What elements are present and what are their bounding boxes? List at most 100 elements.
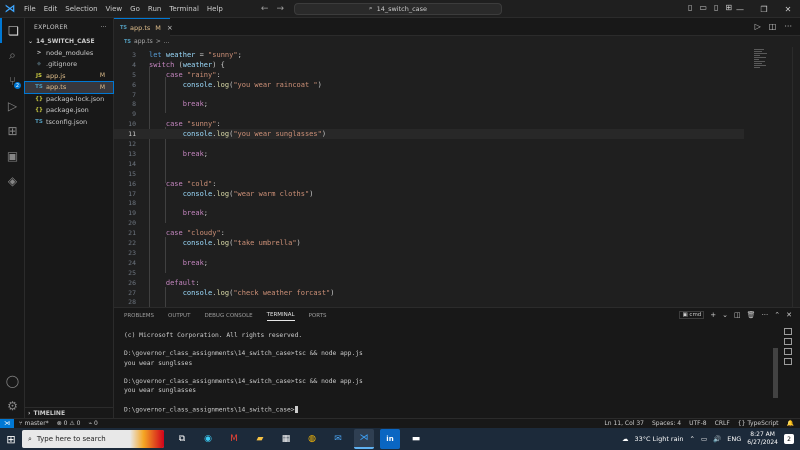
indentation[interactable]: Spaces: 4 [652,420,681,427]
python-icon[interactable]: ◈ [0,168,25,193]
gmail-icon[interactable]: M [224,429,244,449]
file-item[interactable]: {} package.json [25,105,113,117]
tab-terminal[interactable]: TERMINAL [266,312,295,321]
menu-help[interactable]: Help [203,5,227,13]
minimize-icon[interactable]: — [728,0,752,18]
code-line[interactable]: 10 case "sunny": [114,119,744,129]
terminal-shell-selector[interactable]: ▣ cmd [679,311,705,319]
tab-close-icon[interactable]: × [167,24,173,32]
end-of-line[interactable]: CRLF [715,420,730,427]
clock[interactable]: 8:27 AM 6/27/2024 [747,431,778,447]
menu-edit[interactable]: Edit [40,5,62,13]
vscode-taskbar-icon[interactable]: ⋊ [354,429,374,449]
code-editor[interactable]: 3 let weather = "sunny"; 4 switch (weather)… [114,47,800,307]
toggle-secondary-sidebar-icon[interactable]: ▯ [714,3,718,12]
code-line[interactable]: 21 case "cloudy": [114,228,744,238]
panel-more-icon[interactable]: ··· [762,311,769,319]
terminal-instance-icon[interactable] [784,348,792,355]
file-item[interactable]: TS app.ts M [24,80,114,94]
code-line[interactable]: 19 break; [114,208,744,218]
ports-status[interactable]: ⌁ 0 [88,420,97,427]
tab-debug-console[interactable]: DEBUG CONSOLE [204,313,252,319]
toggle-sidebar-icon[interactable]: ▯ [688,3,692,12]
tab-problems[interactable]: PROBLEMS [124,313,154,319]
maximize-icon[interactable]: ❐ [752,0,776,18]
tab-output[interactable]: OUTPUT [168,313,190,319]
tray-chevron-up-icon[interactable]: ⌃ [690,435,695,443]
minimap[interactable] [754,49,770,79]
tab-ports[interactable]: PORTS [309,313,327,319]
close-panel-icon[interactable]: ✕ [786,311,792,319]
notification-center-icon[interactable]: 2 [784,434,794,444]
store-icon[interactable]: ▦ [276,429,296,449]
encoding[interactable]: UTF-8 [689,420,707,427]
menu-terminal[interactable]: Terminal [165,5,203,13]
file-item[interactable]: TS tsconfig.json [25,116,113,128]
file-item[interactable]: > node_modules [25,47,113,59]
task-view-icon[interactable]: ⧉ [172,429,192,449]
code-line[interactable]: 12 [114,139,744,149]
new-terminal-icon[interactable]: + [710,311,716,319]
code-line[interactable]: 28 [114,298,744,308]
kill-terminal-icon[interactable]: 🗑 [747,311,756,319]
menu-view[interactable]: View [102,5,127,13]
extensions-icon[interactable]: ⊞ [0,118,25,143]
breadcrumb-symbols[interactable]: ... [164,38,170,45]
language-mode[interactable]: {} TypeScript [738,420,779,427]
code-line[interactable]: 25 [114,268,744,278]
code-line[interactable]: 7 [114,90,744,100]
run-debug-icon[interactable]: ▷ [0,93,25,118]
code-line[interactable]: 15 [114,169,744,179]
taskbar-search[interactable]: ⌕ Type here to search [22,430,164,448]
timeline-section[interactable]: › TIMELINE [25,407,114,418]
manage-gear-icon[interactable]: ⚙ [0,393,25,418]
run-file-icon[interactable]: ▷ [755,22,761,31]
tab-app-ts[interactable]: TS app.ts M × [114,18,173,36]
terminal-instance-icon[interactable] [784,338,792,345]
code-line[interactable]: 8 break; [114,100,744,110]
back-arrow-icon[interactable]: ← [261,4,269,14]
file-item[interactable]: {} package-lock.json [25,93,113,105]
linkedin-icon[interactable]: in [380,429,400,449]
edge-icon[interactable]: ◉ [198,429,218,449]
menu-go[interactable]: Go [126,5,144,13]
more-actions-icon[interactable]: ··· [100,24,107,31]
menu-selection[interactable]: Selection [61,5,101,13]
source-control-icon[interactable]: ⑂ 2 [0,68,25,93]
volume-icon[interactable]: 🔊 [713,435,721,443]
split-editor-icon[interactable]: ◫ [769,22,777,31]
terminal-taskbar-icon[interactable]: ▬ [406,429,426,449]
notifications-bell-icon[interactable]: 🔔 [787,420,794,427]
forward-arrow-icon[interactable]: → [276,4,284,14]
file-item[interactable]: JS app.js M [25,70,113,82]
code-line[interactable]: 4 switch (weather) { [114,60,744,70]
language-indicator[interactable]: ENG [727,435,741,443]
chrome-icon[interactable]: ◍ [302,429,322,449]
editor-more-icon[interactable]: ··· [784,22,792,31]
code-line[interactable]: 6 console.log("you wear raincoat ") [114,80,744,90]
git-branch[interactable]: ⑂ master* [19,420,49,427]
editor-scrollbar[interactable] [792,47,800,307]
code-line[interactable]: 18 [114,199,744,209]
code-line[interactable]: 26 default: [114,278,744,288]
mail-icon[interactable]: ✉ [328,429,348,449]
cursor-position[interactable]: Ln 11, Col 37 [604,420,644,427]
remote-explorer-icon[interactable]: ▣ [0,143,25,168]
code-line[interactable]: 9 [114,109,744,119]
windows-start-icon[interactable]: ⊞ [0,428,22,450]
account-icon[interactable]: ◯ [0,368,25,393]
toggle-panel-icon[interactable]: ▭ [699,3,707,12]
problems-status[interactable]: ⊗ 0 ⚠ 0 [57,420,81,427]
code-line[interactable]: 23 [114,248,744,258]
code-line[interactable]: 17 console.log("wear warm cloths") [114,189,744,199]
network-icon[interactable]: ▭ [701,435,707,443]
terminal-instance-icon[interactable] [784,358,792,365]
command-center-search[interactable]: ⌕ 14_switch_case [293,2,502,15]
weather-text[interactable]: 33°C Light rain [635,435,684,443]
search-view-icon[interactable]: ⌕ [0,43,25,68]
terminal-scrollbar[interactable] [773,348,778,398]
file-item[interactable]: ◆ .gitignore [25,59,113,71]
code-line[interactable]: 11 console.log("you wear sunglasses") [114,129,744,140]
file-explorer-icon[interactable]: ▰ [250,429,270,449]
code-line[interactable]: 3 let weather = "sunny"; [114,50,744,60]
